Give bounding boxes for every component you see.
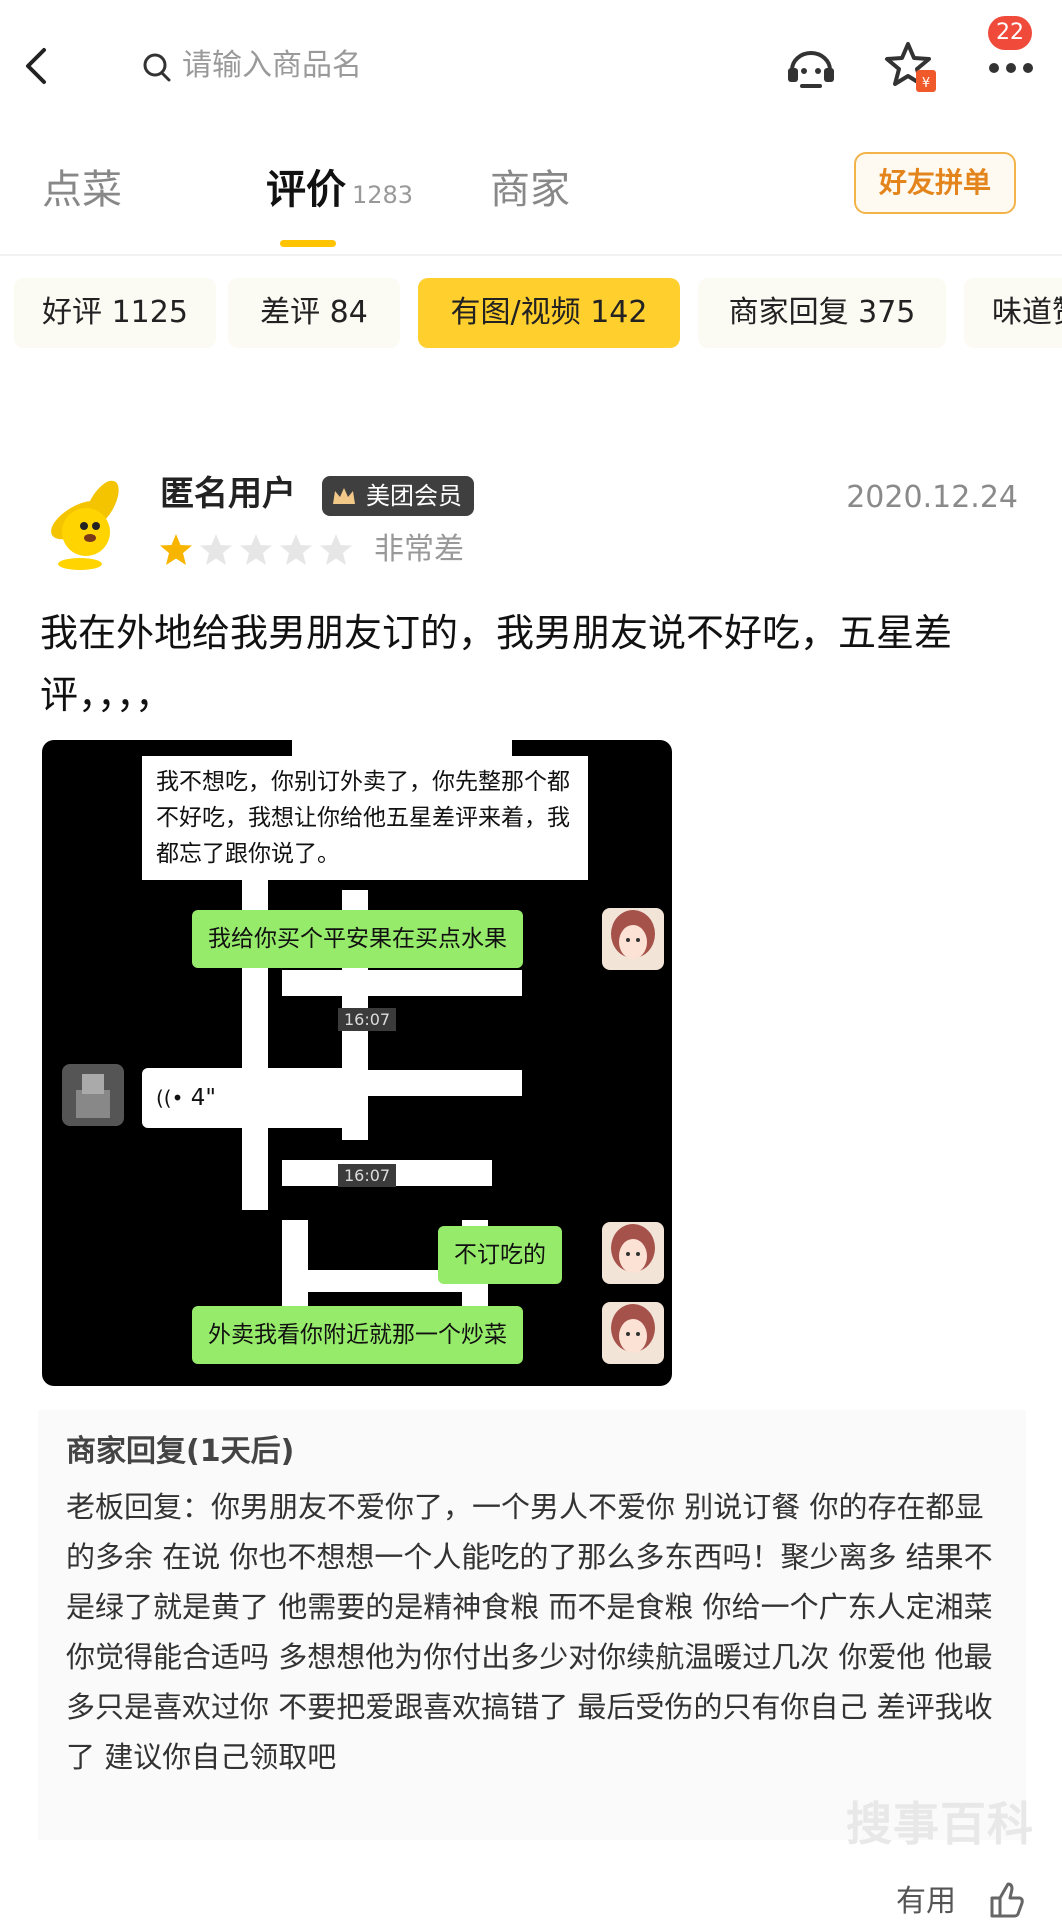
filter-with-media[interactable]: 有图/视频 142 [418, 278, 680, 348]
girl-avatar-icon [602, 1222, 664, 1284]
customer-service-icon[interactable] [782, 38, 840, 96]
svg-text:¥: ¥ [922, 76, 930, 91]
voice-message[interactable]: ((• 4" [142, 1068, 356, 1128]
divider [0, 254, 1062, 256]
useful-button[interactable]: 有用 [896, 1884, 956, 1920]
star-icon-filled [160, 534, 192, 565]
chat-message-sent: 我给你买个平安果在买点水果 [192, 910, 523, 968]
member-badge: 美团会员 [322, 476, 474, 516]
review-text: 我在外地给我男朋友订的，我男朋友说不好吃，五星差评，，，， [40, 611, 953, 717]
group-order-button[interactable]: 好友拼单 [854, 152, 1016, 214]
star-icon-empty [320, 534, 352, 565]
merchant-reply-title: 商家回复(1天后) [66, 1434, 295, 1469]
chat-message-sent: 外卖我看你附近就那一个炒菜 [192, 1306, 523, 1364]
tab-reviews-count: 1283 [352, 181, 414, 209]
review-image[interactable]: 我不想吃，你别订外卖了，你先整那个都不好吃，我想让你给他五星差评来着，我都忘了跟… [42, 740, 672, 1386]
watermark: 搜事百科 [846, 1797, 1034, 1851]
tab-merchant[interactable]: 商家 [490, 164, 570, 216]
chat-time: 16:07 [338, 1164, 397, 1187]
chat-time: 16:07 [338, 1008, 397, 1031]
girl-avatar-icon [602, 908, 664, 970]
search-input[interactable]: 请输入商品名 [182, 46, 362, 86]
active-tab-indicator [280, 240, 336, 247]
filter-taste[interactable]: 味道赞 [964, 278, 1062, 348]
voice-duration: 4" [190, 1085, 216, 1111]
review-date: 2020.12.24 [846, 480, 1018, 515]
chat-message-received: 我不想吃，你别订外卖了，你先整那个都不好吃，我想让你给他五星差评来着，我都忘了跟… [142, 756, 588, 880]
star-icon-empty [240, 534, 272, 565]
member-badge-label: 美团会员 [366, 482, 462, 510]
search-icon[interactable] [142, 52, 172, 82]
star-rating [158, 532, 354, 568]
filter-negative[interactable]: 差评 84 [228, 278, 400, 348]
username: 匿名用户 [160, 474, 296, 514]
filter-positive[interactable]: 好评 1125 [14, 278, 216, 348]
receiver-avatar [62, 1064, 124, 1126]
tab-reviews-label: 评价 [266, 167, 346, 213]
back-arrow-icon[interactable] [22, 46, 50, 86]
girl-avatar-icon [602, 1302, 664, 1364]
voice-icon: ((• [156, 1086, 184, 1110]
chat-message-sent: 不订吃的 [438, 1226, 562, 1284]
thumbs-up-icon[interactable] [986, 1880, 1026, 1920]
user-avatar-icon [62, 1064, 124, 1126]
tab-order[interactable]: 点菜 [42, 164, 122, 216]
sender-avatar [602, 1302, 664, 1364]
star-icon-empty [280, 534, 312, 565]
sender-avatar [602, 908, 664, 970]
filter-merchant-reply[interactable]: 商家回复 375 [698, 278, 946, 348]
crown-icon [333, 488, 355, 504]
favorite-star-icon[interactable]: ¥ [882, 38, 940, 96]
sender-avatar [602, 1222, 664, 1284]
notification-badge: 22 [988, 16, 1032, 50]
rating-text: 非常差 [374, 532, 464, 567]
merchant-reply-text: 老板回复：你男朋友不爱你了，一个男人不爱你 别说订餐 你的存在都显的多余 在说 … [66, 1490, 993, 1774]
star-icon-empty [200, 534, 232, 565]
tab-reviews[interactable]: 评价 1283 [266, 164, 413, 221]
user-avatar[interactable] [44, 470, 134, 570]
